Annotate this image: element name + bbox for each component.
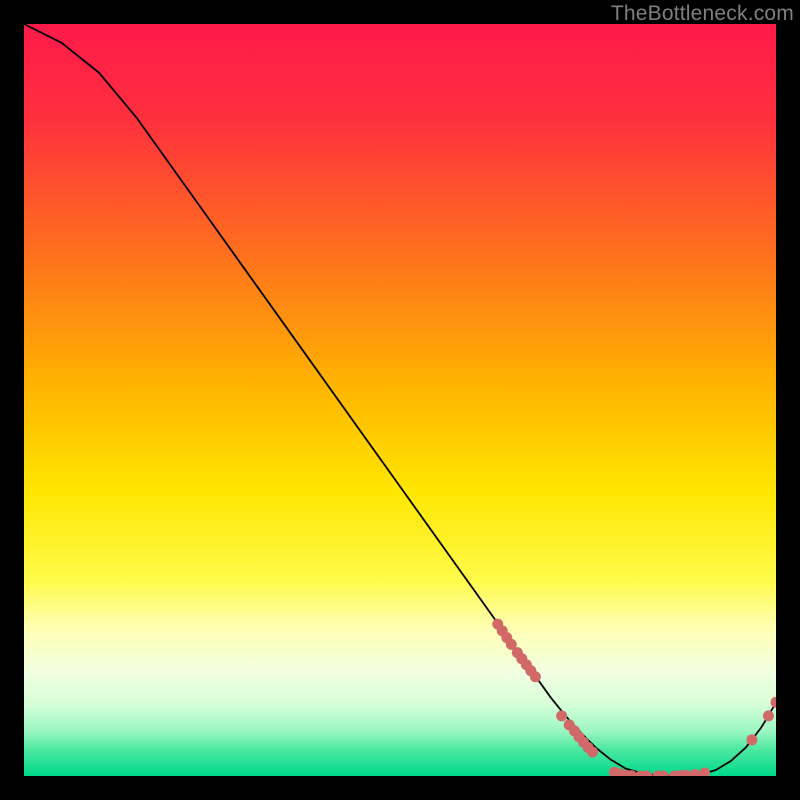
data-marker	[556, 710, 567, 721]
line-layer	[24, 24, 776, 776]
data-marker	[699, 767, 710, 776]
plot-area	[24, 24, 776, 776]
data-marker	[771, 697, 777, 708]
data-marker	[587, 746, 598, 757]
data-marker	[746, 734, 757, 745]
data-marker	[763, 710, 774, 721]
watermark-text: TheBottleneck.com	[611, 2, 794, 26]
data-marker	[689, 769, 700, 776]
chart-stage: TheBottleneck.com	[0, 0, 800, 800]
data-marker	[530, 671, 541, 682]
bottleneck-curve	[24, 24, 776, 776]
data-markers	[492, 619, 776, 776]
